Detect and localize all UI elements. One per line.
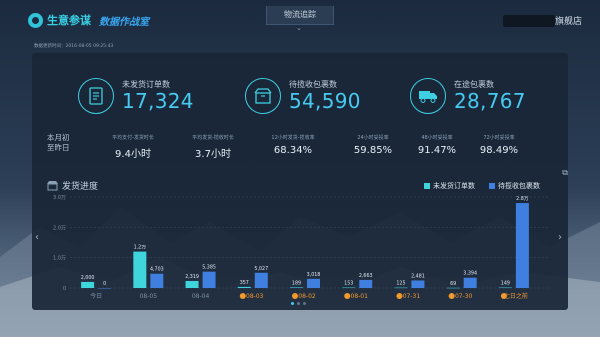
metric-pay-to-ship: 平均支付-发货时长 9.4小时 bbox=[93, 134, 173, 160]
metric-value: 98.49% bbox=[479, 145, 519, 156]
metric-value: 9.4小时 bbox=[115, 149, 151, 160]
pager-dot[interactable] bbox=[297, 302, 300, 305]
order-list-icon bbox=[78, 78, 114, 114]
metrics-period-line2: 至昨日 bbox=[47, 143, 70, 152]
brand-logo[interactable]: 生意参谋 数据作战室 bbox=[28, 12, 149, 28]
metric-ship-to-pickup: 平均发货-揽收时长 3.7小时 bbox=[173, 134, 253, 160]
expand-icon[interactable]: ⧉ bbox=[562, 168, 568, 178]
chevron-left-icon[interactable]: ‹ bbox=[35, 232, 39, 243]
store-name-redacted bbox=[502, 14, 555, 27]
metric-value: 3.7小时 bbox=[195, 149, 231, 160]
brand-mark-icon bbox=[28, 12, 43, 28]
shop-icon bbox=[47, 180, 58, 190]
delivery-truck-icon bbox=[410, 78, 446, 114]
top-bar: 生意参谋 数据作战室 物流追踪 ⌄ 旗舰店 bbox=[0, 0, 600, 40]
metric-label: 平均支付-发货时长 bbox=[112, 135, 154, 141]
metric-72h-delivery-rate: 72小时妥投率 98.49% bbox=[459, 134, 539, 156]
package-box-icon bbox=[245, 78, 281, 114]
chart-title: 发货进度 bbox=[62, 182, 99, 192]
product-name: 数据作战室 bbox=[99, 16, 149, 28]
metric-label: 平均发货-揽收时长 bbox=[192, 135, 234, 141]
pager-dot[interactable] bbox=[291, 302, 294, 305]
metric-value: 68.34% bbox=[273, 145, 313, 156]
chart-legend: 未发货订单数 待揽收包裹数 bbox=[424, 181, 540, 191]
tab-logistics-tracking[interactable]: 物流追踪 bbox=[266, 6, 334, 25]
store-selector[interactable]: 旗舰店 bbox=[502, 14, 582, 27]
legend-swatch bbox=[489, 183, 495, 189]
metric-label: 72小时妥投率 bbox=[483, 135, 515, 141]
kpi-value: 28,767 bbox=[454, 89, 526, 113]
metric-label: 12小时发货-揽收率 bbox=[271, 135, 315, 141]
kpi-pending-pickup: 待揽收包裹数 54,590 bbox=[245, 78, 361, 114]
kpi-value: 17,324 bbox=[122, 89, 194, 113]
brand-name: 生意参谋 bbox=[47, 14, 91, 27]
legend-item-unshipped[interactable]: 未发货订单数 bbox=[424, 181, 475, 191]
legend-label: 待揽收包裹数 bbox=[498, 182, 540, 190]
legend-item-pending[interactable]: 待揽收包裹数 bbox=[489, 181, 540, 191]
kpi-in-transit: 在途包裹数 28,767 bbox=[410, 78, 526, 114]
kpi-unshipped-orders: 未发货订单数 17,324 bbox=[78, 78, 194, 114]
legend-label: 未发货订单数 bbox=[433, 182, 475, 190]
pager-dot[interactable] bbox=[303, 302, 306, 305]
chevron-down-icon[interactable]: ⌄ bbox=[296, 24, 302, 32]
metrics-period-title: 本月初 至昨日 bbox=[47, 133, 70, 153]
chart-header: 发货进度 bbox=[47, 179, 98, 192]
pager-dots bbox=[291, 302, 306, 305]
chevron-right-icon[interactable]: › bbox=[558, 232, 562, 243]
update-time: 数据更新时间：2016-08-05 09:25:43 bbox=[34, 44, 114, 49]
kpi-value: 54,590 bbox=[289, 89, 361, 113]
legend-swatch bbox=[424, 183, 430, 189]
metric-12h-pickup-rate: 12小时发货-揽收率 68.34% bbox=[253, 134, 333, 156]
store-name: 旗舰店 bbox=[554, 17, 582, 27]
metrics-period-line1: 本月初 bbox=[47, 133, 70, 142]
